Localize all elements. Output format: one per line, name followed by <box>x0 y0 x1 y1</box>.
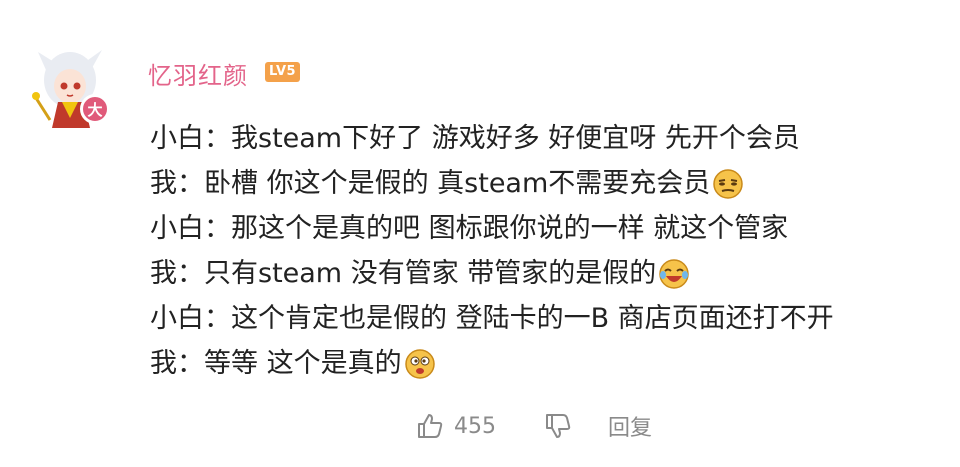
comment-line: 小白：我steam下好了 游戏好多 好便宜呀 先开个会员 <box>150 116 940 161</box>
avatar-vip-badge: 大 <box>80 94 110 124</box>
comment-line-text: 小白：我steam下好了 游戏好多 好便宜呀 先开个会员 <box>150 123 800 154</box>
comment-line-text: 小白：这个肯定也是假的 登陆卡的一B 商店页面还打不开 <box>150 303 834 334</box>
smug-face-emoji-icon <box>713 168 744 199</box>
like-count: 455 <box>454 413 496 439</box>
comment-line-text: 我：等等 这个是真的 <box>150 348 402 379</box>
username[interactable]: 忆羽红颜 <box>148 56 248 91</box>
comment-line: 我：只有steam 没有管家 带管家的是假的 <box>150 251 940 296</box>
comment-actions: 455 回复 <box>416 408 652 444</box>
dislike-button[interactable] <box>544 412 572 440</box>
thumbs-down-icon <box>546 414 571 438</box>
comment-line: 我：卧槽 你这个是假的 真steam不需要充会员 <box>150 161 940 206</box>
reply-button[interactable]: 回复 <box>608 410 652 442</box>
comment-line: 我：等等 这个是真的 <box>150 341 940 386</box>
level-badge: LV5 <box>265 62 301 82</box>
laughing-crying-emoji-icon <box>659 258 690 289</box>
thumbs-up-icon <box>418 414 443 438</box>
dizzy-face-emoji-icon <box>404 348 435 379</box>
reply-label: 回复 <box>608 416 653 441</box>
comment-line-text: 我：卧槽 你这个是假的 真steam不需要充会员 <box>150 168 711 199</box>
like-button[interactable]: 455 <box>416 412 544 440</box>
comment-line-text: 小白：那这个是真的吧 图标跟你说的一样 就这个管家 <box>150 213 789 244</box>
comment-body: 小白：我steam下好了 游戏好多 好便宜呀 先开个会员 我：卧槽 你这个是假的… <box>150 116 940 386</box>
comment-line-text: 我：只有steam 没有管家 带管家的是假的 <box>150 258 657 289</box>
comment-line: 小白：这个肯定也是假的 登陆卡的一B 商店页面还打不开 <box>150 296 940 341</box>
comment-line: 小白：那这个是真的吧 图标跟你说的一样 就这个管家 <box>150 206 940 251</box>
